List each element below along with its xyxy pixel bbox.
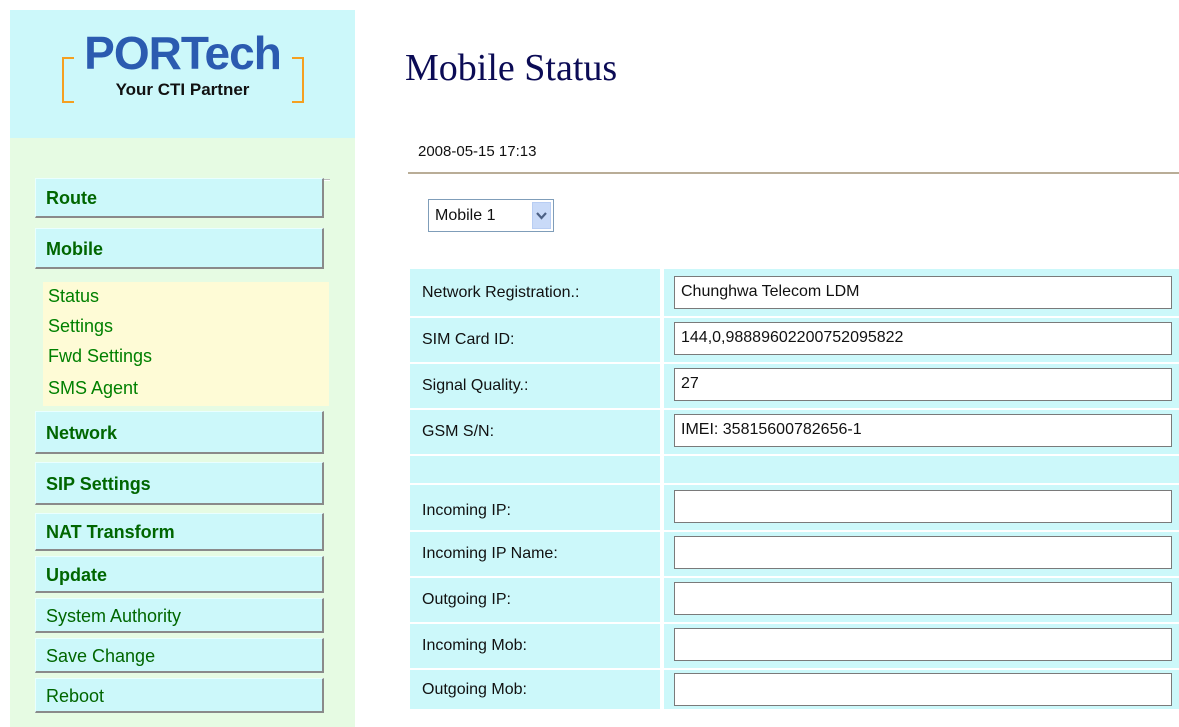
row-label: GSM S/N: <box>410 410 660 454</box>
row-label: Outgoing Mob: <box>410 670 660 709</box>
row-label: Signal Quality.: <box>410 364 660 408</box>
logo-title: PORTech <box>84 27 282 79</box>
nav-sub-sms-agent[interactable]: SMS Agent <box>43 372 329 406</box>
row-value-cell <box>664 578 1179 622</box>
row-value-cell: Chunghwa Telecom LDM <box>664 269 1179 316</box>
content-divider <box>408 172 1179 174</box>
page-title: Mobile Status <box>405 47 618 89</box>
outgoing-mob-field[interactable] <box>674 673 1172 706</box>
incoming-ip-field[interactable] <box>674 490 1172 523</box>
row-label: Incoming IP: <box>410 485 660 530</box>
row-label: SIM Card ID: <box>410 318 660 362</box>
row-value-cell: 27 <box>664 364 1179 408</box>
chevron-down-icon[interactable] <box>532 202 551 229</box>
nav-sub-fwd-settings[interactable]: Fwd Settings <box>43 342 329 372</box>
row-label: Incoming IP Name: <box>410 532 660 576</box>
status-table: Network Registration.: Chunghwa Telecom … <box>410 269 1179 709</box>
row-label: Outgoing IP: <box>410 578 660 622</box>
logo-subtitle: Your CTI Partner <box>115 80 250 99</box>
nav-sub-status[interactable]: Status <box>43 282 329 312</box>
nav-save-change[interactable]: Save Change <box>35 638 324 673</box>
nav-system-authority[interactable]: System Authority <box>35 598 324 633</box>
nav-reboot[interactable]: Reboot <box>35 678 324 713</box>
row-value-cell <box>664 485 1179 530</box>
mobile-select[interactable]: Mobile 1 <box>428 199 554 232</box>
nav-update[interactable]: Update <box>35 556 324 593</box>
nav-network[interactable]: Network <box>35 411 324 454</box>
logo-area: PORTech Your CTI Partner <box>10 10 355 138</box>
spacer-row-value <box>664 456 1179 483</box>
row-label: Network Registration.: <box>410 269 660 316</box>
nav-route[interactable]: Route <box>35 178 324 218</box>
row-value-cell <box>664 670 1179 709</box>
row-value-cell: IMEI: 35815600782656-1 <box>664 410 1179 454</box>
incoming-ip-name-field[interactable] <box>674 536 1172 569</box>
incoming-mob-field[interactable] <box>674 628 1172 661</box>
row-value-cell: 144,0,98889602200752095822 <box>664 318 1179 362</box>
sim-card-id-field[interactable]: 144,0,98889602200752095822 <box>674 322 1172 355</box>
nav-mobile[interactable]: Mobile <box>35 228 324 269</box>
nav-sub-settings[interactable]: Settings <box>43 312 329 342</box>
network-registration-field[interactable]: Chunghwa Telecom LDM <box>674 276 1172 309</box>
gsm-sn-field[interactable]: IMEI: 35815600782656-1 <box>674 414 1172 447</box>
spacer-row-label <box>410 456 660 483</box>
nav-sip-settings[interactable]: SIP Settings <box>35 462 324 505</box>
outgoing-ip-field[interactable] <box>674 582 1172 615</box>
sidebar: PORTech Your CTI Partner Route Mobile St… <box>10 10 355 727</box>
row-value-cell <box>664 624 1179 668</box>
signal-quality-field[interactable]: 27 <box>674 368 1172 401</box>
nav-nat-transform[interactable]: NAT Transform <box>35 513 324 551</box>
mobile-select-value: Mobile 1 <box>435 207 496 224</box>
timestamp: 2008-05-15 17:13 <box>418 143 537 160</box>
row-label: Incoming Mob: <box>410 624 660 668</box>
row-value-cell <box>664 532 1179 576</box>
